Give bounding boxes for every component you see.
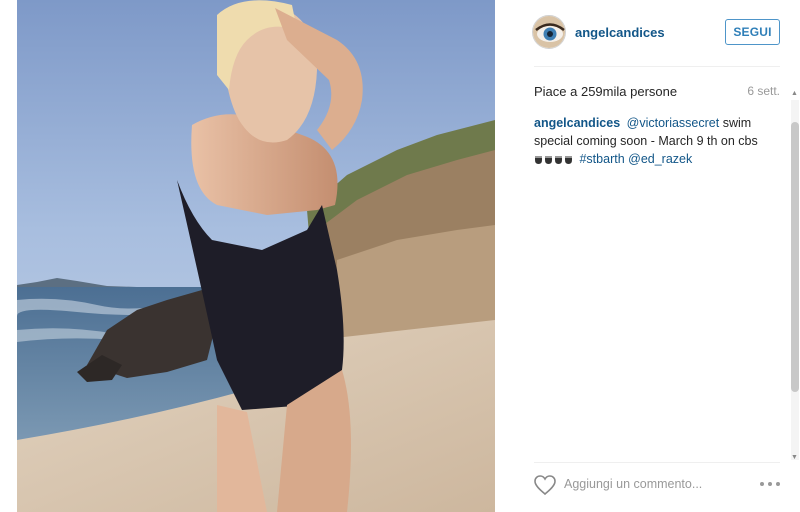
caption-hashtag-stbarth[interactable]: #stbarth bbox=[579, 152, 624, 166]
avatar-image bbox=[533, 16, 565, 48]
emoji-icon bbox=[534, 152, 543, 164]
scrollbar-thumb[interactable] bbox=[791, 122, 799, 392]
emoji-icon bbox=[554, 152, 563, 164]
heart-outline-icon[interactable] bbox=[532, 473, 558, 497]
post-timestamp[interactable]: 6 sett. bbox=[747, 84, 780, 98]
caption-mention-ed-razek[interactable]: @ed_razek bbox=[628, 152, 692, 166]
header-divider bbox=[534, 66, 780, 67]
emoji-icon bbox=[564, 152, 573, 164]
post-header: angelcandices SEGUI bbox=[518, 0, 800, 66]
post-caption: angelcandices @victoriassecret swim spec… bbox=[534, 114, 764, 168]
caption-scrollbar[interactable]: ▲ ▼ bbox=[789, 90, 800, 461]
post-actions bbox=[518, 462, 800, 506]
photo-image bbox=[17, 0, 495, 512]
comment-input[interactable] bbox=[564, 472, 740, 496]
more-options-icon[interactable] bbox=[758, 476, 782, 492]
follow-button[interactable]: SEGUI bbox=[725, 19, 780, 45]
emoji-icon bbox=[544, 152, 553, 164]
likes-count[interactable]: Piace a 259mila persone bbox=[534, 84, 677, 99]
caption-username[interactable]: angelcandices bbox=[534, 116, 620, 130]
scroll-up-arrow-icon[interactable]: ▲ bbox=[789, 88, 800, 99]
caption-mention-victoriassecret[interactable]: @victoriassecret bbox=[627, 116, 720, 130]
avatar[interactable] bbox=[532, 15, 566, 49]
post-details-panel: angelcandices SEGUI Piace a 259mila pers… bbox=[518, 0, 800, 512]
post-author-username[interactable]: angelcandices bbox=[575, 25, 665, 40]
post-photo[interactable] bbox=[17, 0, 495, 512]
caption-emoji bbox=[534, 152, 573, 164]
